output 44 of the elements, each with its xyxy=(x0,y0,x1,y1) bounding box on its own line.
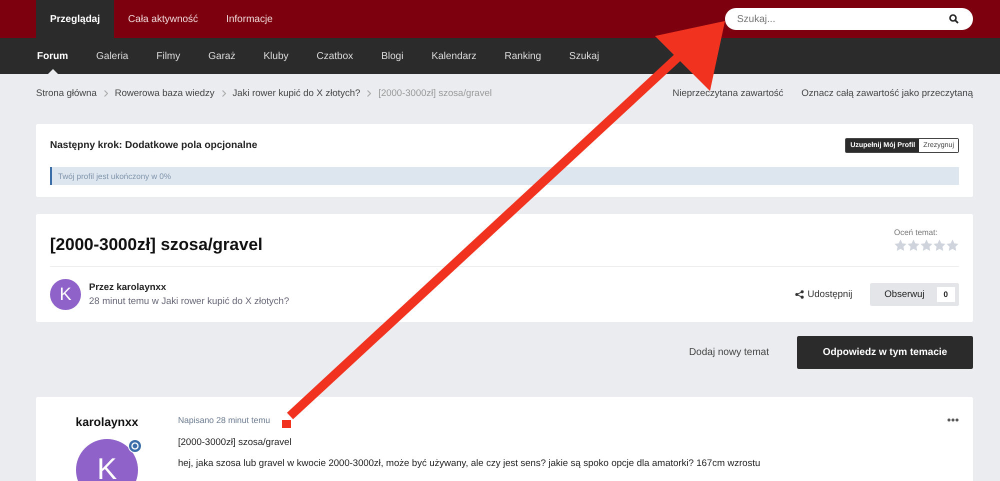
follow-button[interactable]: Obserwuj 0 xyxy=(870,283,959,306)
topic-meta: 28 minut temu w Jaki rower kupić do X złotych? xyxy=(89,296,290,307)
chevron-icon xyxy=(222,90,226,96)
share-icon xyxy=(794,290,804,299)
more-icon[interactable] xyxy=(947,418,959,422)
nav-item[interactable]: Kalendarz xyxy=(420,38,488,74)
post-text: hej, jaka szosa lub gravel w kwocie 2000-3000zł, może być używany, ale czy jest sens? jakie są spoko opcje dla amatorki? 167cm wzrostu xyxy=(178,458,762,469)
post-date: Napisano 28 minut temu xyxy=(178,415,270,425)
search-icon[interactable] xyxy=(949,14,959,24)
breadcrumb-link[interactable]: Jaki rower kupić do X złotych? xyxy=(232,88,360,98)
avatar[interactable]: K xyxy=(50,279,81,310)
author-name[interactable]: Przez karolaynxx xyxy=(89,282,290,293)
new-topic-button[interactable]: Dodaj nowy temat xyxy=(682,346,775,359)
nav-item[interactable]: Filmy xyxy=(145,38,192,74)
post-author[interactable]: karolaynxx xyxy=(76,415,138,429)
top-tab[interactable]: Cała aktywność xyxy=(114,0,212,38)
nav-item[interactable]: Ranking xyxy=(493,38,552,74)
search-field[interactable]: Szukaj... xyxy=(725,8,973,30)
share-link[interactable]: Udostępnij xyxy=(808,289,852,300)
nav-item[interactable]: Galeria xyxy=(85,38,140,74)
badge-icon xyxy=(128,439,142,453)
breadcrumb-link[interactable]: Rowerowa baza wiedzy xyxy=(114,88,215,98)
breadcrumb-link[interactable]: Strona główna xyxy=(36,88,97,98)
nav-item[interactable]: Forum xyxy=(26,38,80,74)
top-tab[interactable]: Przeglądaj xyxy=(36,0,114,38)
star-rating[interactable] xyxy=(894,239,959,252)
topic-title: [2000-3000zł] szosa/gravel xyxy=(50,235,263,255)
breadcrumb-action[interactable]: Nieprzeczytana zawartość xyxy=(672,88,784,98)
follow-count: 0 xyxy=(936,287,955,302)
nav-item[interactable]: Kluby xyxy=(252,38,300,74)
avatar[interactable]: K xyxy=(76,439,138,481)
chevron-icon xyxy=(104,90,108,96)
post-text: [2000-3000zł] szosa/gravel xyxy=(178,437,293,448)
nav-item[interactable]: Garaż xyxy=(197,38,246,74)
nav-item[interactable]: Blogi xyxy=(370,38,414,74)
top-tab[interactable]: Informacje xyxy=(212,0,287,38)
breadcrumb-action[interactable]: Oznacz całą zawartość jako przeczytaną xyxy=(801,88,973,98)
progress-text: Twój profil jest ukończony w 0% xyxy=(57,172,171,180)
chevron-icon xyxy=(367,90,372,96)
rate-label: Oceń temat: xyxy=(894,228,938,237)
reply-button[interactable]: Odpowiedz w tym temacie xyxy=(797,336,973,369)
nav-item[interactable]: Szukaj xyxy=(558,38,610,74)
nav-item[interactable]: Czatbox xyxy=(306,38,364,74)
step-title: Następny krok: Dodatkowe pola opcjonalne xyxy=(50,140,258,151)
